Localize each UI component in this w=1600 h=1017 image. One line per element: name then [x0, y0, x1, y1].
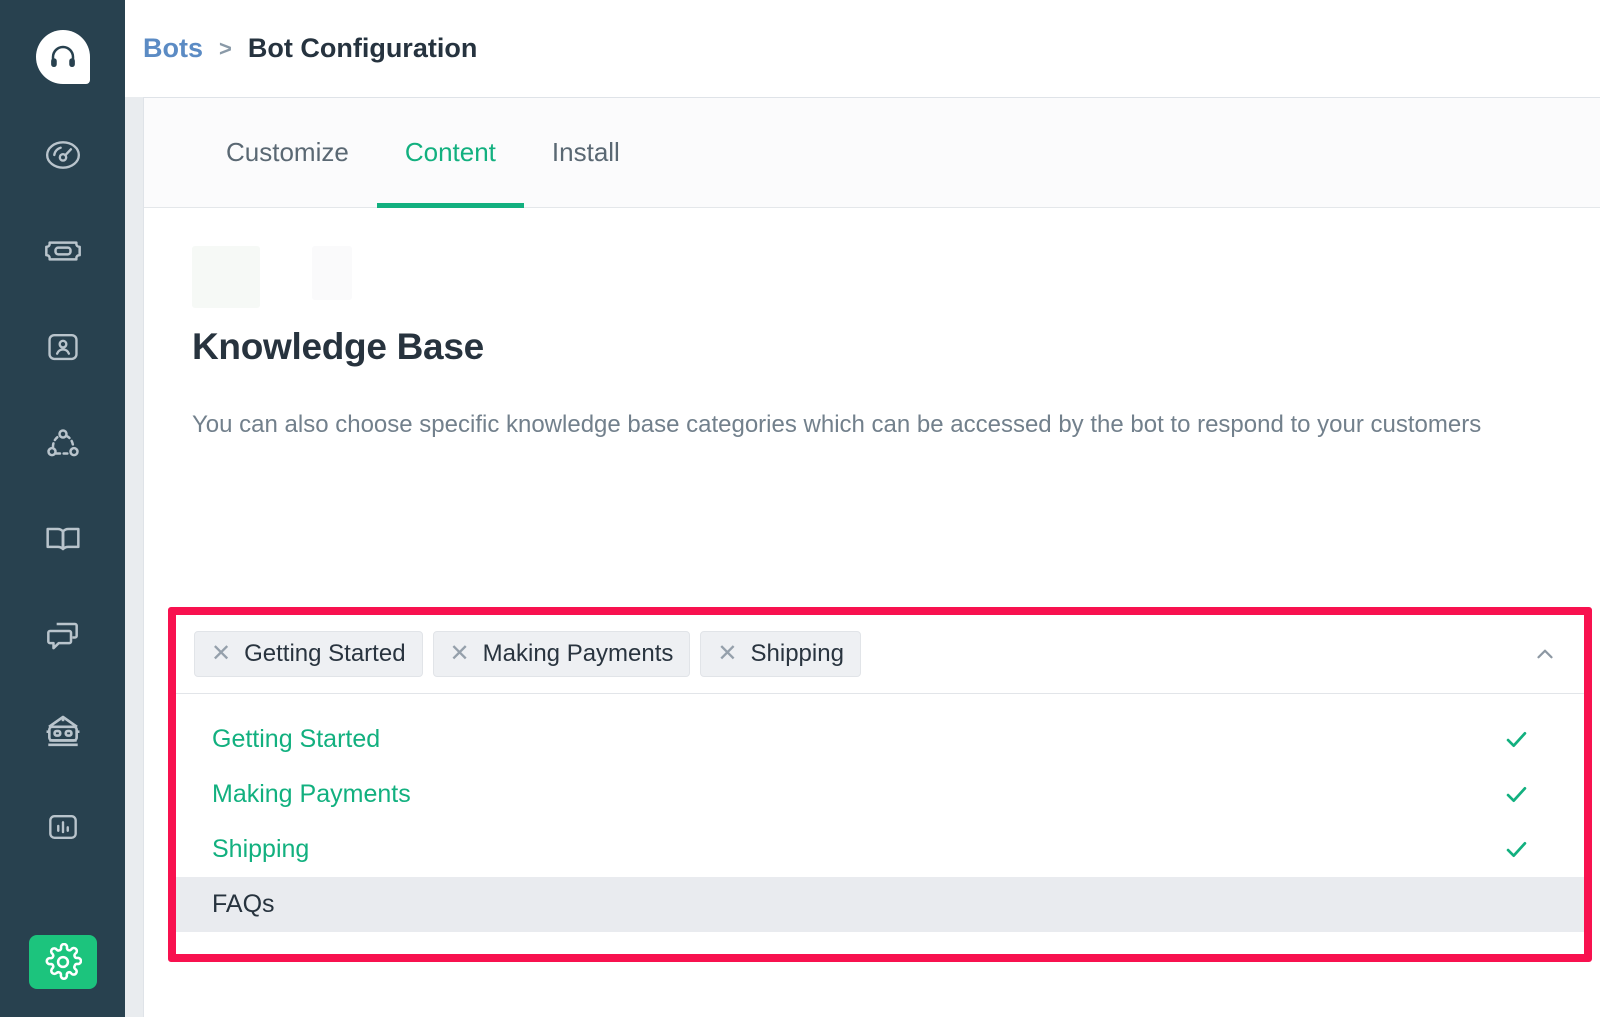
option-shipping[interactable]: Shipping: [176, 822, 1584, 877]
app-root: Bots > Bot Configuration Customize Conte…: [0, 0, 1600, 1017]
tab-customize[interactable]: Customize: [198, 98, 377, 208]
option-getting-started[interactable]: Getting Started: [176, 712, 1584, 767]
headset-logo-icon[interactable]: [36, 30, 90, 84]
breadcrumb-current-page: Bot Configuration: [248, 33, 477, 64]
tab-content-label: Content: [405, 137, 496, 168]
speedometer-icon: [44, 136, 82, 174]
option-label: FAQs: [212, 890, 275, 919]
sidebar-item-dashboard[interactable]: [29, 128, 97, 182]
chip-label: Shipping: [751, 640, 844, 668]
tab-panel-content: Knowledge Base You can also choose speci…: [144, 208, 1600, 1017]
chip-label: Making Payments: [483, 640, 674, 668]
sidebar-item-contacts[interactable]: [29, 320, 97, 374]
close-x-icon[interactable]: ✕: [450, 642, 470, 666]
page-body: Customize Content Install Knowledge Base: [125, 97, 1600, 1017]
section-description: You can also choose specific knowledge b…: [192, 410, 1537, 441]
sidebar-item-settings[interactable]: [29, 935, 97, 989]
bar-chart-icon: [44, 808, 82, 846]
sidebar-item-bots[interactable]: [29, 704, 97, 758]
option-label: Getting Started: [212, 725, 380, 754]
sidebar-bottom: [0, 935, 125, 989]
option-faqs[interactable]: FAQs: [176, 877, 1584, 932]
main-sidebar: [0, 0, 125, 1017]
chevron-up-icon[interactable]: [1528, 637, 1562, 671]
chip-shipping[interactable]: ✕ Shipping: [700, 631, 861, 677]
selected-category-chips: ✕ Getting Started ✕ Making Payments ✕ Sh: [194, 631, 1528, 677]
sidebar-item-conversations[interactable]: [29, 608, 97, 662]
main-area: Bots > Bot Configuration Customize Conte…: [125, 0, 1600, 1017]
bot-configuration-card: Customize Content Install Knowledge Base: [143, 97, 1600, 1017]
chevron-right-icon: >: [219, 36, 232, 62]
sidebar-item-analytics[interactable]: [29, 800, 97, 854]
check-icon: [1503, 836, 1530, 863]
sidebar-item-knowledge-base[interactable]: [29, 512, 97, 566]
network-share-icon: [43, 423, 83, 463]
tab-content[interactable]: Content: [377, 98, 524, 208]
placeholder-blocks: [192, 246, 1600, 308]
chip-label: Getting Started: [244, 640, 405, 668]
tab-bar: Customize Content Install: [144, 98, 1600, 208]
tab-install[interactable]: Install: [524, 98, 648, 208]
check-icon: [1503, 781, 1530, 808]
chip-making-payments[interactable]: ✕ Making Payments: [433, 631, 691, 677]
placeholder-block-1: [192, 246, 260, 308]
gear-icon: [44, 943, 82, 981]
category-select-control[interactable]: ✕ Getting Started ✕ Making Payments ✕ Sh: [176, 615, 1584, 694]
sidebar-item-automations[interactable]: [29, 416, 97, 470]
knowledge-base-category-select-highlight: ✕ Getting Started ✕ Making Payments ✕ Sh: [168, 607, 1592, 962]
tab-install-label: Install: [552, 137, 620, 168]
check-icon: [1503, 726, 1530, 753]
contact-card-icon: [44, 328, 82, 366]
placeholder-block-2: [312, 246, 352, 300]
breadcrumb-link-bots[interactable]: Bots: [143, 33, 203, 64]
top-bar: Bots > Bot Configuration: [125, 0, 1600, 97]
option-label: Making Payments: [212, 780, 411, 809]
sidebar-nav-list: [0, 128, 125, 854]
option-label: Shipping: [212, 835, 309, 864]
option-making-payments[interactable]: Making Payments: [176, 767, 1584, 822]
close-x-icon[interactable]: ✕: [717, 642, 737, 666]
chip-getting-started[interactable]: ✕ Getting Started: [194, 631, 423, 677]
tab-customize-label: Customize: [226, 137, 349, 168]
category-options-list: Getting Started Making Payments: [176, 694, 1584, 954]
page-title: Knowledge Base: [192, 326, 1600, 368]
breadcrumb: Bots > Bot Configuration: [143, 33, 477, 64]
chat-bubbles-icon: [43, 615, 83, 655]
book-icon: [43, 519, 83, 559]
ticket-icon: [43, 231, 83, 271]
sidebar-item-tickets[interactable]: [29, 224, 97, 278]
robot-bot-icon: [42, 710, 84, 752]
close-x-icon[interactable]: ✕: [211, 642, 231, 666]
